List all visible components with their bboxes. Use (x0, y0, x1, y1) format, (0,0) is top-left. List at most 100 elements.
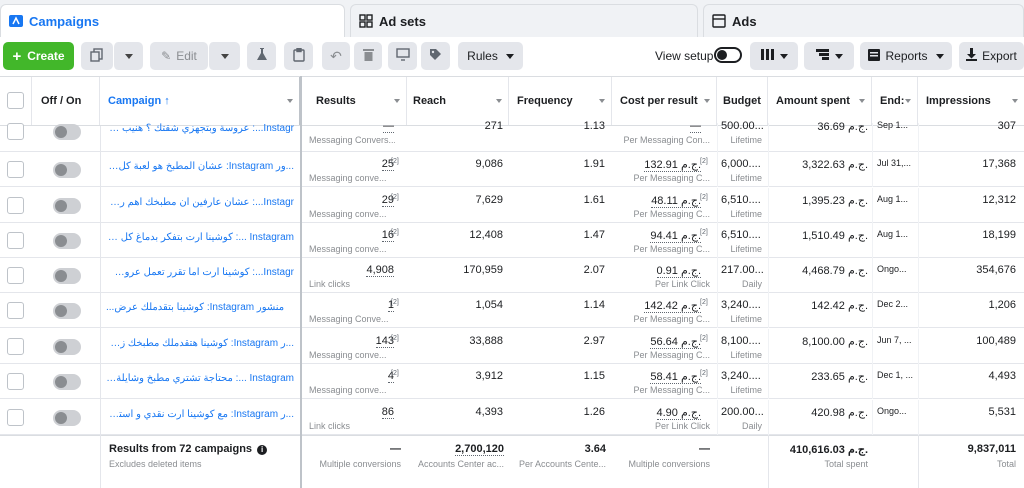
campaign-toggle[interactable] (53, 374, 81, 390)
table-row[interactable]: Instagr...: عروسة وبتجهزي شقتك ؟ هنيب زه… (0, 120, 1024, 152)
header-amount-spent[interactable]: Amount spent (768, 77, 872, 125)
row-checkbox[interactable] (7, 409, 24, 426)
chevron-down-icon (496, 99, 502, 103)
cost-per-result-value: 56.64 ج.م. (650, 335, 701, 349)
columns-button[interactable] (750, 42, 798, 70)
footnote-marker: [2] (700, 158, 708, 165)
table-row[interactable]: منشور Instagram: كوشينا بتقدملك عرض... 1 M… (0, 293, 1024, 328)
cell-divider (918, 123, 919, 152)
tab-campaigns[interactable]: Campaigns (0, 4, 345, 37)
row-checkbox[interactable] (7, 123, 24, 140)
chevron-down-icon (905, 99, 911, 103)
clipboard-button[interactable] (284, 42, 313, 70)
campaign-name-link[interactable]: ...ر Instagram: كوشينا هتقدملك مطبخك زي … (106, 338, 294, 349)
rules-button[interactable]: Rules (458, 42, 523, 70)
campaign-name-link[interactable]: Instagr...: كوشينا ارت اما تقرر تعمل عرو… (106, 267, 294, 278)
table-row[interactable]: Instagram ...: محتاجة تشتري مطبخ وشايلة … (0, 364, 1024, 399)
cell-divider (918, 223, 919, 258)
campaign-name-link[interactable]: Instagr...: عروسة وبتجهزي شقتك ؟ هنيب زه… (106, 123, 294, 134)
preview-button[interactable] (388, 42, 417, 70)
edit-label: Edit (176, 49, 197, 63)
tab-ad-sets[interactable]: Ad sets (350, 4, 698, 37)
campaign-toggle[interactable] (53, 162, 81, 178)
results-sub: Messaging Convers... (309, 135, 395, 145)
campaign-toggle[interactable] (53, 268, 81, 284)
campaign-name-link[interactable]: منشور Instagram: كوشينا بتقدملك عرض... (106, 302, 294, 313)
header-off-on[interactable]: Off / On (32, 77, 100, 125)
view-setup-toggle[interactable] (714, 47, 742, 63)
campaign-name-link[interactable]: ...ور Instagram: عشان المطبخ هو لعبة كل … (106, 161, 294, 172)
header-label: Budget (723, 95, 761, 107)
footnote-marker: [2] (700, 335, 708, 342)
budget-sub: Daily (741, 421, 762, 431)
campaign-toggle[interactable] (53, 339, 81, 355)
folder-icon (9, 14, 23, 28)
row-checkbox[interactable] (7, 302, 24, 319)
campaign-toggle[interactable] (53, 233, 81, 249)
campaign-name-link[interactable]: Instagram ...: محتاجة تشتري مطبخ وشايلة … (106, 373, 294, 384)
impressions-value: 100,489 (976, 335, 1016, 347)
header-ends[interactable]: End: (872, 77, 918, 125)
header-budget[interactable]: Budget (717, 77, 768, 125)
results-sub: Messaging conve... (309, 173, 387, 183)
row-checkbox[interactable] (7, 161, 24, 178)
create-button[interactable]: + Create (3, 42, 74, 70)
campaign-name-link[interactable]: Instagram ...: كوشينا أرت بتفكر بدماغ كل… (106, 232, 294, 243)
export-button[interactable]: Export (959, 42, 1024, 70)
row-checkbox[interactable] (7, 197, 24, 214)
undo-button[interactable]: ↶ (322, 42, 350, 70)
header-label: Campaign ↑ (108, 95, 170, 107)
campaign-name-link[interactable]: Instagr...: عشان عارفين ان مطبخك اهم ركن… (106, 197, 294, 208)
ab-test-button[interactable] (247, 42, 276, 70)
header-results[interactable]: Results (301, 77, 407, 125)
tab-label: Ad sets (379, 13, 426, 29)
cost-per-result-text: 48.11 ج.م. (651, 195, 701, 208)
row-checkbox[interactable] (7, 338, 24, 355)
reach-value: 170,959 (463, 264, 503, 276)
trash-icon (362, 48, 374, 64)
select-all-checkbox[interactable] (7, 92, 24, 109)
header-cost-per-result[interactable]: Cost per result (612, 77, 717, 125)
budget-sub: Lifetime (730, 209, 762, 219)
cost-per-result-text: 0.91 ج.م. (656, 265, 701, 278)
campaign-toggle[interactable] (53, 124, 81, 140)
table-row[interactable]: Instagr...: كوشينا ارت اما تقرر تعمل عرو… (0, 258, 1024, 293)
campaign-name-link[interactable]: ...ر Instagram: مع كوشينا أرت نقدي و أست… (106, 409, 294, 420)
budget-value: 500.00... (721, 120, 764, 132)
row-checkbox[interactable] (7, 232, 24, 249)
table-row[interactable]: ...ر Instagram: مع كوشينا أرت نقدي و أست… (0, 400, 1024, 435)
header-reach[interactable]: Reach (407, 77, 509, 125)
tag-button[interactable] (421, 42, 450, 70)
campaigns-table: Off / On Campaign ↑ Results Reach Freque… (0, 76, 1024, 488)
header-campaign[interactable]: Campaign ↑ (100, 77, 301, 125)
ends-value: Sep 1... (877, 120, 909, 130)
amount-spent-value: 4,468.79 ج.م. (802, 265, 868, 277)
results-sub: Messaging conve... (309, 385, 387, 395)
row-checkbox[interactable] (7, 267, 24, 284)
duplicate-button[interactable] (81, 42, 113, 70)
cell-divider (872, 123, 873, 152)
campaign-toggle[interactable] (53, 198, 81, 214)
info-icon[interactable]: i (257, 445, 268, 455)
table-row[interactable]: ...ور Instagram: عشان المطبخ هو لعبة كل … (0, 152, 1024, 187)
edit-dropdown[interactable] (208, 42, 240, 70)
campaign-toggle[interactable] (53, 410, 81, 426)
edit-button[interactable]: ✎ Edit (150, 42, 208, 70)
footnote-marker: [2] (391, 194, 399, 201)
row-checkbox[interactable] (7, 373, 24, 390)
table-row[interactable]: Instagram ...: كوشينا أرت بتفكر بدماغ كل… (0, 223, 1024, 258)
campaign-toggle[interactable] (53, 303, 81, 319)
cell-divider (872, 258, 873, 293)
table-row[interactable]: ...ر Instagram: كوشينا هتقدملك مطبخك زي … (0, 329, 1024, 364)
reports-button[interactable]: Reports (860, 42, 952, 70)
header-frequency[interactable]: Frequency (509, 77, 612, 125)
frequency-value: 1.15 (583, 370, 605, 382)
results-sub: Messaging conve... (309, 350, 387, 360)
tab-ads[interactable]: Ads (703, 4, 1024, 37)
impressions-value: 307 (997, 120, 1016, 132)
table-row[interactable]: Instagr...: عشان عارفين ان مطبخك اهم ركن… (0, 188, 1024, 223)
header-impressions[interactable]: Impressions (918, 77, 1024, 125)
delete-button[interactable] (354, 42, 382, 70)
duplicate-dropdown[interactable] (113, 42, 143, 70)
breakdown-button[interactable] (804, 42, 854, 70)
